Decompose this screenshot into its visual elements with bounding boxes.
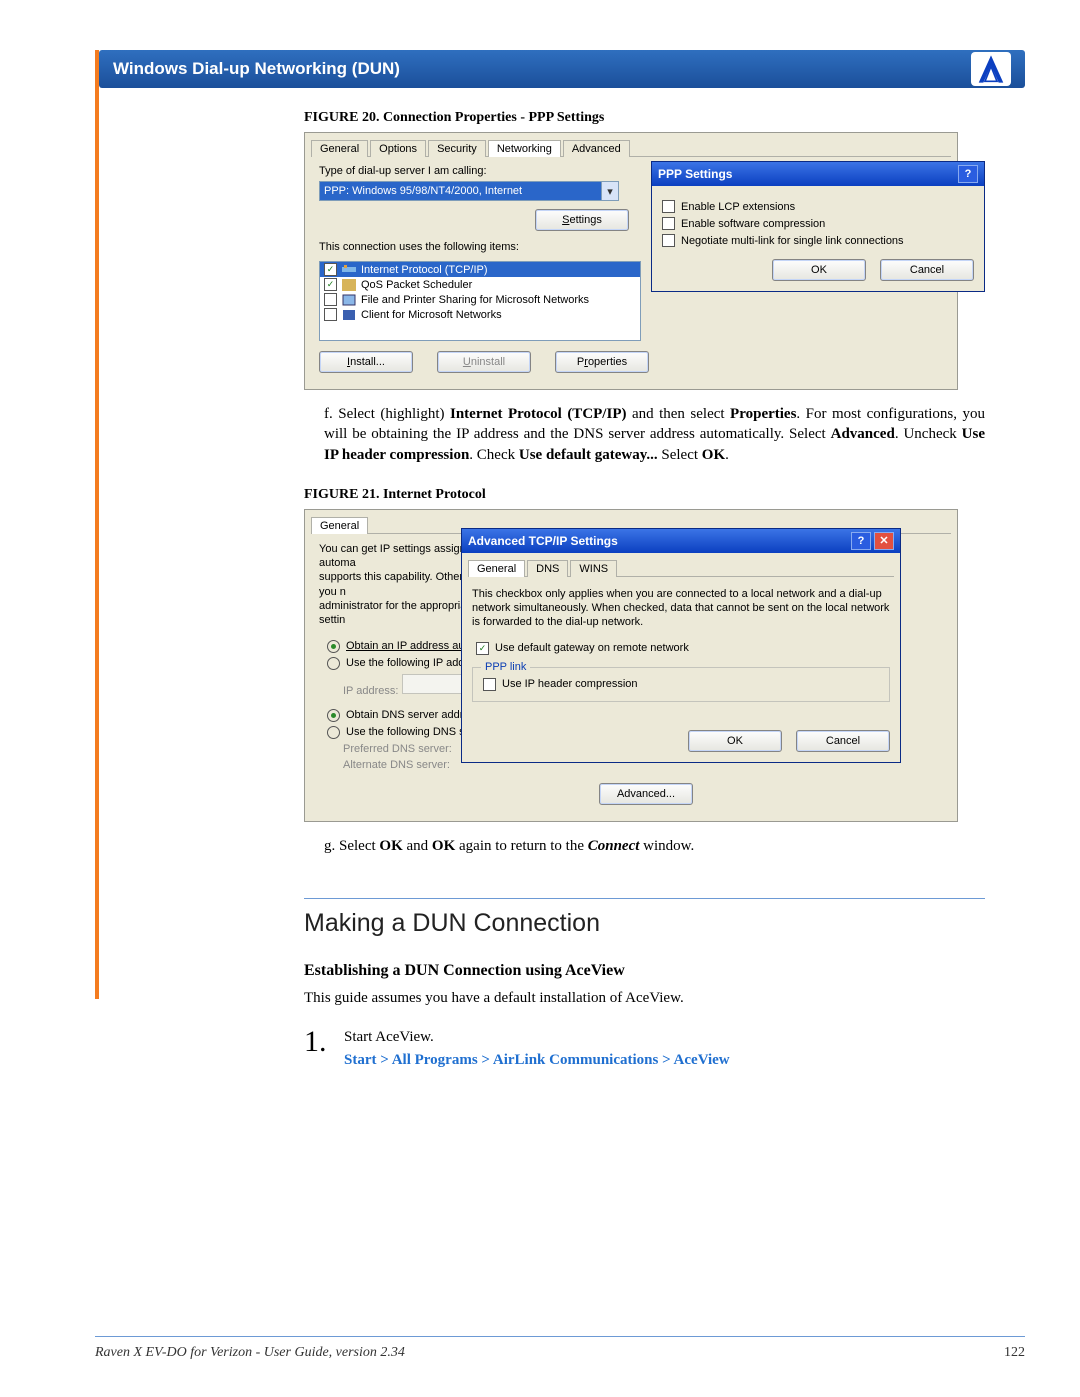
section-title: Making a DUN Connection <box>304 909 1025 938</box>
advanced-button[interactable]: Advanced... <box>599 783 693 805</box>
radio-manual-ip[interactable] <box>327 657 340 670</box>
page-footer: Raven X EV-DO for Verizon - User Guide, … <box>95 1345 1025 1361</box>
item-label: Client for Microsoft Networks <box>361 309 502 321</box>
step-text: Start AceView. <box>344 1029 730 1046</box>
close-icon[interactable]: ✕ <box>874 532 894 550</box>
service-icon <box>342 294 356 306</box>
checkbox-icon[interactable]: ✓ <box>324 308 337 321</box>
menu-path: Start > All Programs > AirLink Communica… <box>344 1052 730 1069</box>
service-icon <box>342 279 356 291</box>
chevron-down-icon: ▾ <box>601 182 618 200</box>
step-number: 1. <box>304 1025 344 1069</box>
item-label: Internet Protocol (TCP/IP) <box>361 264 488 276</box>
protocol-icon <box>342 264 356 276</box>
checkbox-icon[interactable]: ✓ <box>662 217 675 230</box>
ppp-link-group: PPP link ✓ Use IP header compression <box>472 667 890 702</box>
checkbox-icon[interactable]: ✓ <box>324 278 337 291</box>
tab-advanced[interactable]: Advanced <box>563 140 630 157</box>
tab-general[interactable]: General <box>311 517 368 534</box>
properties-button[interactable]: Properties <box>555 351 649 373</box>
figure20-connection-properties: General Options Security Networking Adva… <box>304 132 958 390</box>
tab-wins[interactable]: WINS <box>570 560 617 577</box>
help-icon[interactable]: ? <box>958 165 978 183</box>
tab-security[interactable]: Security <box>428 140 486 157</box>
figure21-caption: FIGURE 21. Internet Protocol <box>304 487 1025 503</box>
checkbox-icon[interactable]: ✓ <box>324 263 337 276</box>
dialog-title: PPP Settings <box>658 167 732 181</box>
tab-general[interactable]: General <box>311 140 368 157</box>
checkbox-default-gateway[interactable]: ✓ <box>476 642 489 655</box>
dialog-title: Advanced TCP/IP Settings <box>468 534 618 548</box>
figure20-caption: FIGURE 20. Connection Properties - PPP S… <box>304 110 1025 126</box>
tab-options[interactable]: Options <box>370 140 426 157</box>
radio-auto-ip[interactable] <box>327 640 340 653</box>
client-icon <box>342 309 356 321</box>
ip-address-label: IP address: <box>343 685 398 697</box>
help-icon[interactable]: ? <box>851 532 871 550</box>
step-g-text: g. Select OK and OK again to return to t… <box>324 836 985 856</box>
cancel-button[interactable]: Cancel <box>796 730 890 752</box>
footer-rule <box>95 1336 1025 1337</box>
item-tcpip[interactable]: ✓ Internet Protocol (TCP/IP) <box>320 262 640 277</box>
radio-auto-dns[interactable] <box>327 709 340 722</box>
step-1: 1. Start AceView. Start > All Programs >… <box>304 1025 985 1069</box>
section-intro: This guide assumes you have a default in… <box>304 990 985 1007</box>
brand-logo <box>971 52 1011 86</box>
figure21-internet-protocol: General You can get IP settings assigned… <box>304 509 958 822</box>
tab-dns[interactable]: DNS <box>527 560 568 577</box>
gateway-label: Use default gateway on remote network <box>495 642 689 654</box>
page-number: 122 <box>1004 1345 1025 1361</box>
advanced-tcpip-dialog: Advanced TCP/IP Settings ? ✕ General DNS… <box>461 528 901 763</box>
tab-general[interactable]: General <box>468 560 525 577</box>
dialog-titlebar: Advanced TCP/IP Settings ? ✕ <box>462 529 900 553</box>
item-client-ms[interactable]: ✓ Client for Microsoft Networks <box>320 307 640 322</box>
ip-header-label: Use IP header compression <box>502 678 638 690</box>
checkbox-icon[interactable]: ✓ <box>662 200 675 213</box>
alt-dns-label: Alternate DNS server: <box>343 759 450 771</box>
section-rule <box>304 898 985 899</box>
radio-manual-dns[interactable] <box>327 726 340 739</box>
item-label: QoS Packet Scheduler <box>361 279 472 291</box>
footer-text: Raven X EV-DO for Verizon - User Guide, … <box>95 1345 405 1361</box>
uninstall-button: Uninstall <box>437 351 531 373</box>
checkbox-icon[interactable]: ✓ <box>324 293 337 306</box>
settings-button[interactable]: Settings <box>535 209 629 231</box>
group-legend: PPP link <box>481 661 530 673</box>
tab-networking[interactable]: Networking <box>488 140 561 157</box>
subsection-title: Establishing a DUN Connection using AceV… <box>304 962 1025 980</box>
server-type-value: PPP: Windows 95/98/NT4/2000, Internet <box>324 185 522 197</box>
connection-items-list[interactable]: ✓ Internet Protocol (TCP/IP) ✓ QoS Packe… <box>319 261 641 341</box>
opt-multilink: Negotiate multi-link for single link con… <box>681 235 904 247</box>
page-header: Windows Dial-up Networking (DUN) <box>99 50 1025 88</box>
ok-button[interactable]: OK <box>772 259 866 281</box>
gateway-blurb: This checkbox only applies when you are … <box>472 587 890 630</box>
item-label: File and Printer Sharing for Microsoft N… <box>361 294 589 306</box>
ok-button[interactable]: OK <box>688 730 782 752</box>
item-qos[interactable]: ✓ QoS Packet Scheduler <box>320 277 640 292</box>
header-title: Windows Dial-up Networking (DUN) <box>113 59 400 79</box>
tabs: General Options Security Networking Adva… <box>311 139 951 157</box>
ppp-settings-dialog: PPP Settings ? ✓ Enable LCP extensions ✓ E… <box>651 161 985 292</box>
checkbox-ip-header[interactable]: ✓ <box>483 678 496 691</box>
server-type-dropdown[interactable]: PPP: Windows 95/98/NT4/2000, Internet ▾ <box>319 181 619 201</box>
install-button[interactable]: Install... <box>319 351 413 373</box>
opt-compression: Enable software compression <box>681 218 825 230</box>
pref-dns-label: Preferred DNS server: <box>343 743 452 755</box>
vertical-rule <box>95 50 99 999</box>
opt-lcp: Enable LCP extensions <box>681 201 795 213</box>
dialog-titlebar: PPP Settings ? <box>652 162 984 186</box>
checkbox-icon[interactable]: ✓ <box>662 234 675 247</box>
step-f-text: f. Select (highlight) Internet Protocol … <box>324 404 985 465</box>
cancel-button[interactable]: Cancel <box>880 259 974 281</box>
item-file-print[interactable]: ✓ File and Printer Sharing for Microsoft… <box>320 292 640 307</box>
